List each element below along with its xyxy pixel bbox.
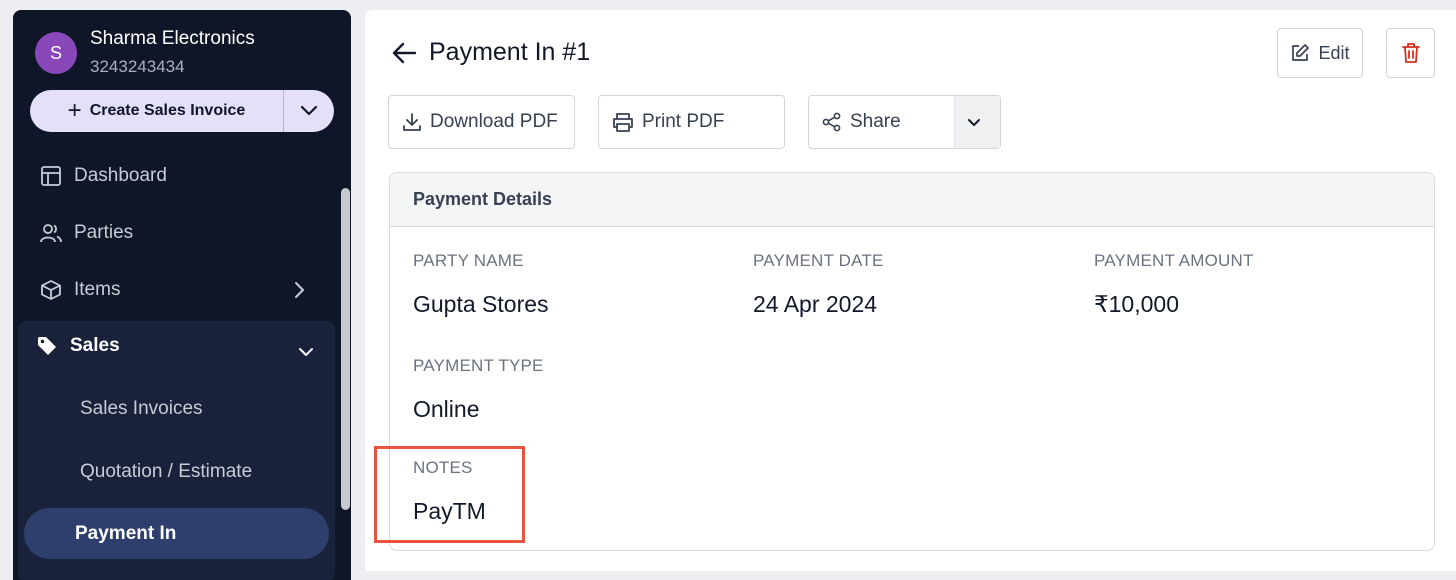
business-switcher[interactable]: S Sharma Electronics 3243243434 [35, 28, 255, 78]
sidebar-item-label: Items [74, 279, 121, 300]
main-panel: Payment In #1 Edit Download PDF Print PD… [365, 10, 1456, 571]
download-pdf-button[interactable]: Download PDF [388, 95, 575, 149]
chevron-down-icon [300, 105, 318, 116]
payment-date-label: PAYMENT DATE [753, 251, 884, 270]
sidebar-item-sales[interactable]: Sales [36, 335, 120, 357]
payment-amount-value: ₹10,000 [1094, 291, 1179, 317]
payment-type-field: PAYMENT TYPE Online [413, 356, 544, 423]
payment-amount-label: PAYMENT AMOUNT [1094, 251, 1254, 270]
delete-button[interactable] [1386, 28, 1435, 78]
print-pdf-label: Print PDF [642, 111, 725, 132]
chevron-right-icon [295, 282, 304, 298]
sidebar-item-label: Parties [74, 222, 134, 243]
sidebar-item-items[interactable]: Items [40, 270, 304, 310]
download-icon [403, 113, 421, 131]
payment-type-label: PAYMENT TYPE [413, 356, 544, 375]
edit-button[interactable]: Edit [1277, 28, 1363, 78]
edit-label: Edit [1318, 42, 1350, 63]
payment-date-field: PAYMENT DATE 24 Apr 2024 [753, 251, 884, 318]
sidebar-item-label: Dashboard [74, 165, 167, 186]
edit-icon [1292, 44, 1310, 61]
sidebar-subitem-payment-in[interactable]: Payment In [24, 508, 329, 559]
create-options-dropdown[interactable] [284, 90, 334, 132]
chevron-down-icon [299, 348, 313, 356]
create-sales-invoice-label: Create Sales Invoice [89, 102, 246, 119]
sidebar-scrollbar[interactable] [341, 188, 350, 510]
share-label: Share [850, 111, 901, 132]
back-arrow-icon[interactable] [391, 41, 417, 65]
users-icon [40, 224, 62, 243]
sidebar-item-dashboard[interactable]: Dashboard [40, 156, 167, 196]
printer-icon [613, 113, 633, 132]
notes-highlight-box [374, 446, 525, 543]
share-button[interactable]: Share [808, 95, 1001, 149]
payment-amount-field: PAYMENT AMOUNT ₹10,000 [1094, 251, 1254, 318]
share-icon [822, 112, 841, 132]
business-name: Sharma Electronics [90, 28, 255, 49]
create-sales-invoice-button[interactable]: + Create Sales Invoice [30, 90, 284, 132]
business-phone: 3243243434 [90, 57, 185, 76]
print-pdf-button[interactable]: Print PDF [598, 95, 785, 149]
sidebar: S Sharma Electronics 3243243434 + Create… [13, 10, 351, 580]
party-name-field: PARTY NAME Gupta Stores [413, 251, 549, 318]
payment-type-value: Online [413, 396, 480, 422]
dashboard-icon [41, 166, 61, 186]
party-name-label: PARTY NAME [413, 251, 524, 270]
avatar: S [35, 32, 77, 74]
box-icon [41, 280, 61, 300]
share-dropdown[interactable] [954, 96, 1000, 148]
payment-date-value: 24 Apr 2024 [753, 291, 878, 317]
sidebar-item-parties[interactable]: Parties [40, 213, 133, 253]
plus-icon: + [67, 97, 82, 124]
sidebar-subitem-sales-invoices[interactable]: Sales Invoices [80, 398, 203, 420]
chevron-down-icon [967, 118, 980, 126]
create-sales-invoice-split-button: + Create Sales Invoice [30, 90, 334, 132]
payment-details-heading: Payment Details [390, 173, 1434, 227]
tag-icon [38, 337, 56, 355]
party-name-value: Gupta Stores [413, 291, 549, 317]
download-pdf-label: Download PDF [430, 111, 558, 132]
sidebar-item-label: Sales [70, 335, 120, 356]
trash-icon [1401, 43, 1420, 63]
page-title: Payment In #1 [429, 38, 591, 66]
payment-details-card: Payment Details PARTY NAME Gupta Stores … [389, 172, 1435, 551]
sidebar-subitem-quotation-estimate[interactable]: Quotation / Estimate [80, 461, 252, 483]
